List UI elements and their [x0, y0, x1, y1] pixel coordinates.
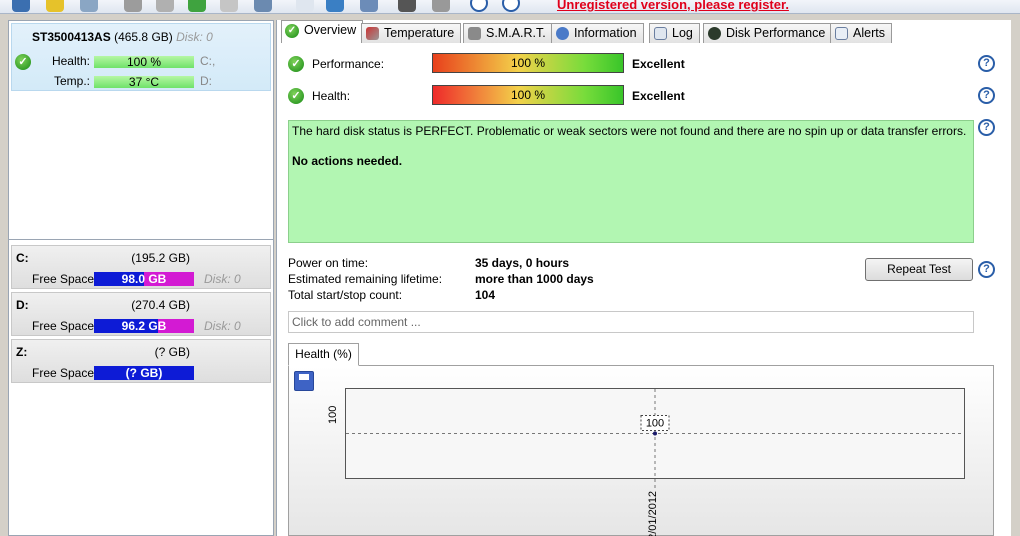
- tab-log[interactable]: Log: [649, 23, 700, 43]
- tab-disk-performance[interactable]: Disk Performance: [703, 23, 833, 43]
- y-tick-label: 100: [327, 405, 339, 424]
- register-link[interactable]: Unregistered version, please register.: [557, 0, 789, 12]
- free-space-value: 98.0 GB: [121, 272, 167, 286]
- health-label: Health:: [51, 54, 90, 68]
- free-space-label: Free Space: [32, 366, 95, 380]
- disk-model: ST3500413AS: [32, 30, 111, 44]
- volume-letter: Z:: [16, 345, 28, 359]
- tab-health-chart[interactable]: Health (%): [288, 343, 359, 366]
- disk-title: ST3500413AS (465.8 GB) Disk: 0: [32, 30, 213, 44]
- status-message: The hard disk status is PERFECT. Problem…: [288, 120, 974, 243]
- status-action: No actions needed.: [292, 154, 403, 168]
- power-on-value: 35 days, 0 hours: [475, 256, 570, 270]
- x-tick-label: 02/01/2012: [647, 490, 659, 536]
- tab-temperature[interactable]: Temperature: [361, 23, 462, 43]
- toolbar: Unregistered version, please register.: [0, 0, 1020, 14]
- health-help-icon[interactable]: ?: [978, 87, 995, 104]
- volume-size: (? GB): [154, 345, 190, 359]
- refresh-icon[interactable]: [12, 0, 30, 12]
- lifetime-value: more than 1000 days: [475, 272, 594, 286]
- health-label: Health:: [312, 89, 351, 103]
- mouse-icon[interactable]: [124, 0, 142, 12]
- tab-alerts[interactable]: Alerts: [830, 23, 892, 43]
- startstop-label: Total start/stop count:: [288, 288, 403, 302]
- health-ok-icon: ✓: [288, 88, 304, 104]
- health-bar: 100 %: [432, 85, 624, 105]
- free-space-value: (? GB): [125, 366, 163, 380]
- tab-information[interactable]: Information: [551, 23, 644, 43]
- performance-ok-icon: ✓: [288, 56, 304, 72]
- data-label: 100: [646, 418, 664, 430]
- free-space-bar: 98.0 GB: [94, 272, 194, 286]
- performance-help-icon[interactable]: ?: [978, 55, 995, 72]
- data-point: [653, 431, 657, 436]
- free-space-value: 96.2 GB: [121, 319, 167, 333]
- volume-disk: Disk: 0: [204, 272, 241, 286]
- alert-page-icon: [835, 27, 848, 40]
- status-text: The hard disk status is PERFECT. Problem…: [292, 124, 967, 138]
- comment-input[interactable]: Click to add comment ...: [288, 311, 974, 333]
- repeat-test-button[interactable]: Repeat Test: [865, 258, 973, 281]
- health-value: 100 %: [94, 56, 194, 68]
- print-icon[interactable]: [254, 0, 272, 12]
- disk-list-panel: ST3500413AS (465.8 GB) Disk: 0 ✓ Health:…: [8, 20, 274, 536]
- repeat-test-help-icon[interactable]: ?: [978, 261, 995, 278]
- lifetime-label: Estimated remaining lifetime:: [288, 272, 443, 286]
- health-letter: C:,: [200, 54, 216, 68]
- network-icon[interactable]: [360, 0, 378, 12]
- free-space-bar: 96.2 GB: [94, 319, 194, 333]
- page-icon[interactable]: [296, 0, 314, 12]
- health-chart: 100: [346, 389, 964, 490]
- info-icon[interactable]: [502, 0, 520, 12]
- temp-value: 37 °C: [94, 76, 194, 88]
- performance-bar: 100 %: [432, 53, 624, 73]
- volume-d[interactable]: D: (270.4 GB) Free Space 96.2 GB Disk: 0: [11, 292, 271, 336]
- performance-value: 100 %: [510, 56, 546, 70]
- shield-check-icon[interactable]: [188, 0, 206, 12]
- status-help-icon[interactable]: ?: [978, 119, 995, 136]
- disk-size: (465.8 GB): [114, 30, 173, 44]
- health-rating: Excellent: [632, 89, 685, 103]
- free-space-bar: (? GB): [94, 366, 194, 380]
- search-icon[interactable]: [220, 0, 238, 12]
- check-circle-icon: ✓: [285, 24, 299, 38]
- volume-size: (195.2 GB): [131, 251, 190, 265]
- health-value: 100 %: [510, 88, 546, 102]
- performance-rating: Excellent: [632, 57, 685, 71]
- disk-entry[interactable]: ST3500413AS (465.8 GB) Disk: 0 ✓ Health:…: [11, 23, 271, 91]
- temp-label: Temp.:: [53, 74, 90, 88]
- free-space-label: Free Space: [32, 272, 95, 286]
- volume-z[interactable]: Z: (? GB) Free Space (? GB): [11, 339, 271, 383]
- performance-label: Performance:: [312, 57, 385, 71]
- keyboard-icon[interactable]: [398, 0, 416, 12]
- export-icon[interactable]: [326, 0, 344, 12]
- tab-smart[interactable]: S.M.A.R.T.: [463, 23, 553, 43]
- health-ok-icon: ✓: [15, 54, 31, 70]
- chart-plot-area: 100: [345, 388, 965, 490]
- free-space-label: Free Space: [32, 319, 95, 333]
- wrench-icon: [468, 27, 481, 40]
- save-icon[interactable]: [294, 371, 314, 391]
- drive-icon[interactable]: [80, 0, 98, 12]
- volume-disk: Disk: 0: [204, 319, 241, 333]
- chart-panel: 100 100 02/01/2012: [288, 365, 994, 536]
- temp-letter: D:: [200, 74, 212, 88]
- tool-icon[interactable]: [156, 0, 174, 12]
- info-icon: [556, 27, 569, 40]
- disk-tool-icon[interactable]: [432, 0, 450, 12]
- thermometer-icon: [366, 27, 379, 40]
- divider: [9, 239, 273, 240]
- gauge-icon: [708, 27, 721, 40]
- document-icon: [654, 27, 667, 40]
- power-on-label: Power on time:: [288, 256, 369, 270]
- disk-number: Disk: 0: [176, 30, 213, 44]
- help-icon[interactable]: [470, 0, 488, 12]
- volume-letter: D:: [16, 298, 29, 312]
- volume-size: (270.4 GB): [131, 298, 190, 312]
- volume-letter: C:: [16, 251, 29, 265]
- startstop-value: 104: [475, 288, 496, 302]
- warning-icon[interactable]: [46, 0, 64, 12]
- tab-overview[interactable]: ✓ Overview: [281, 20, 364, 43]
- volume-c[interactable]: C: (195.2 GB) Free Space 98.0 GB Disk: 0: [11, 245, 271, 289]
